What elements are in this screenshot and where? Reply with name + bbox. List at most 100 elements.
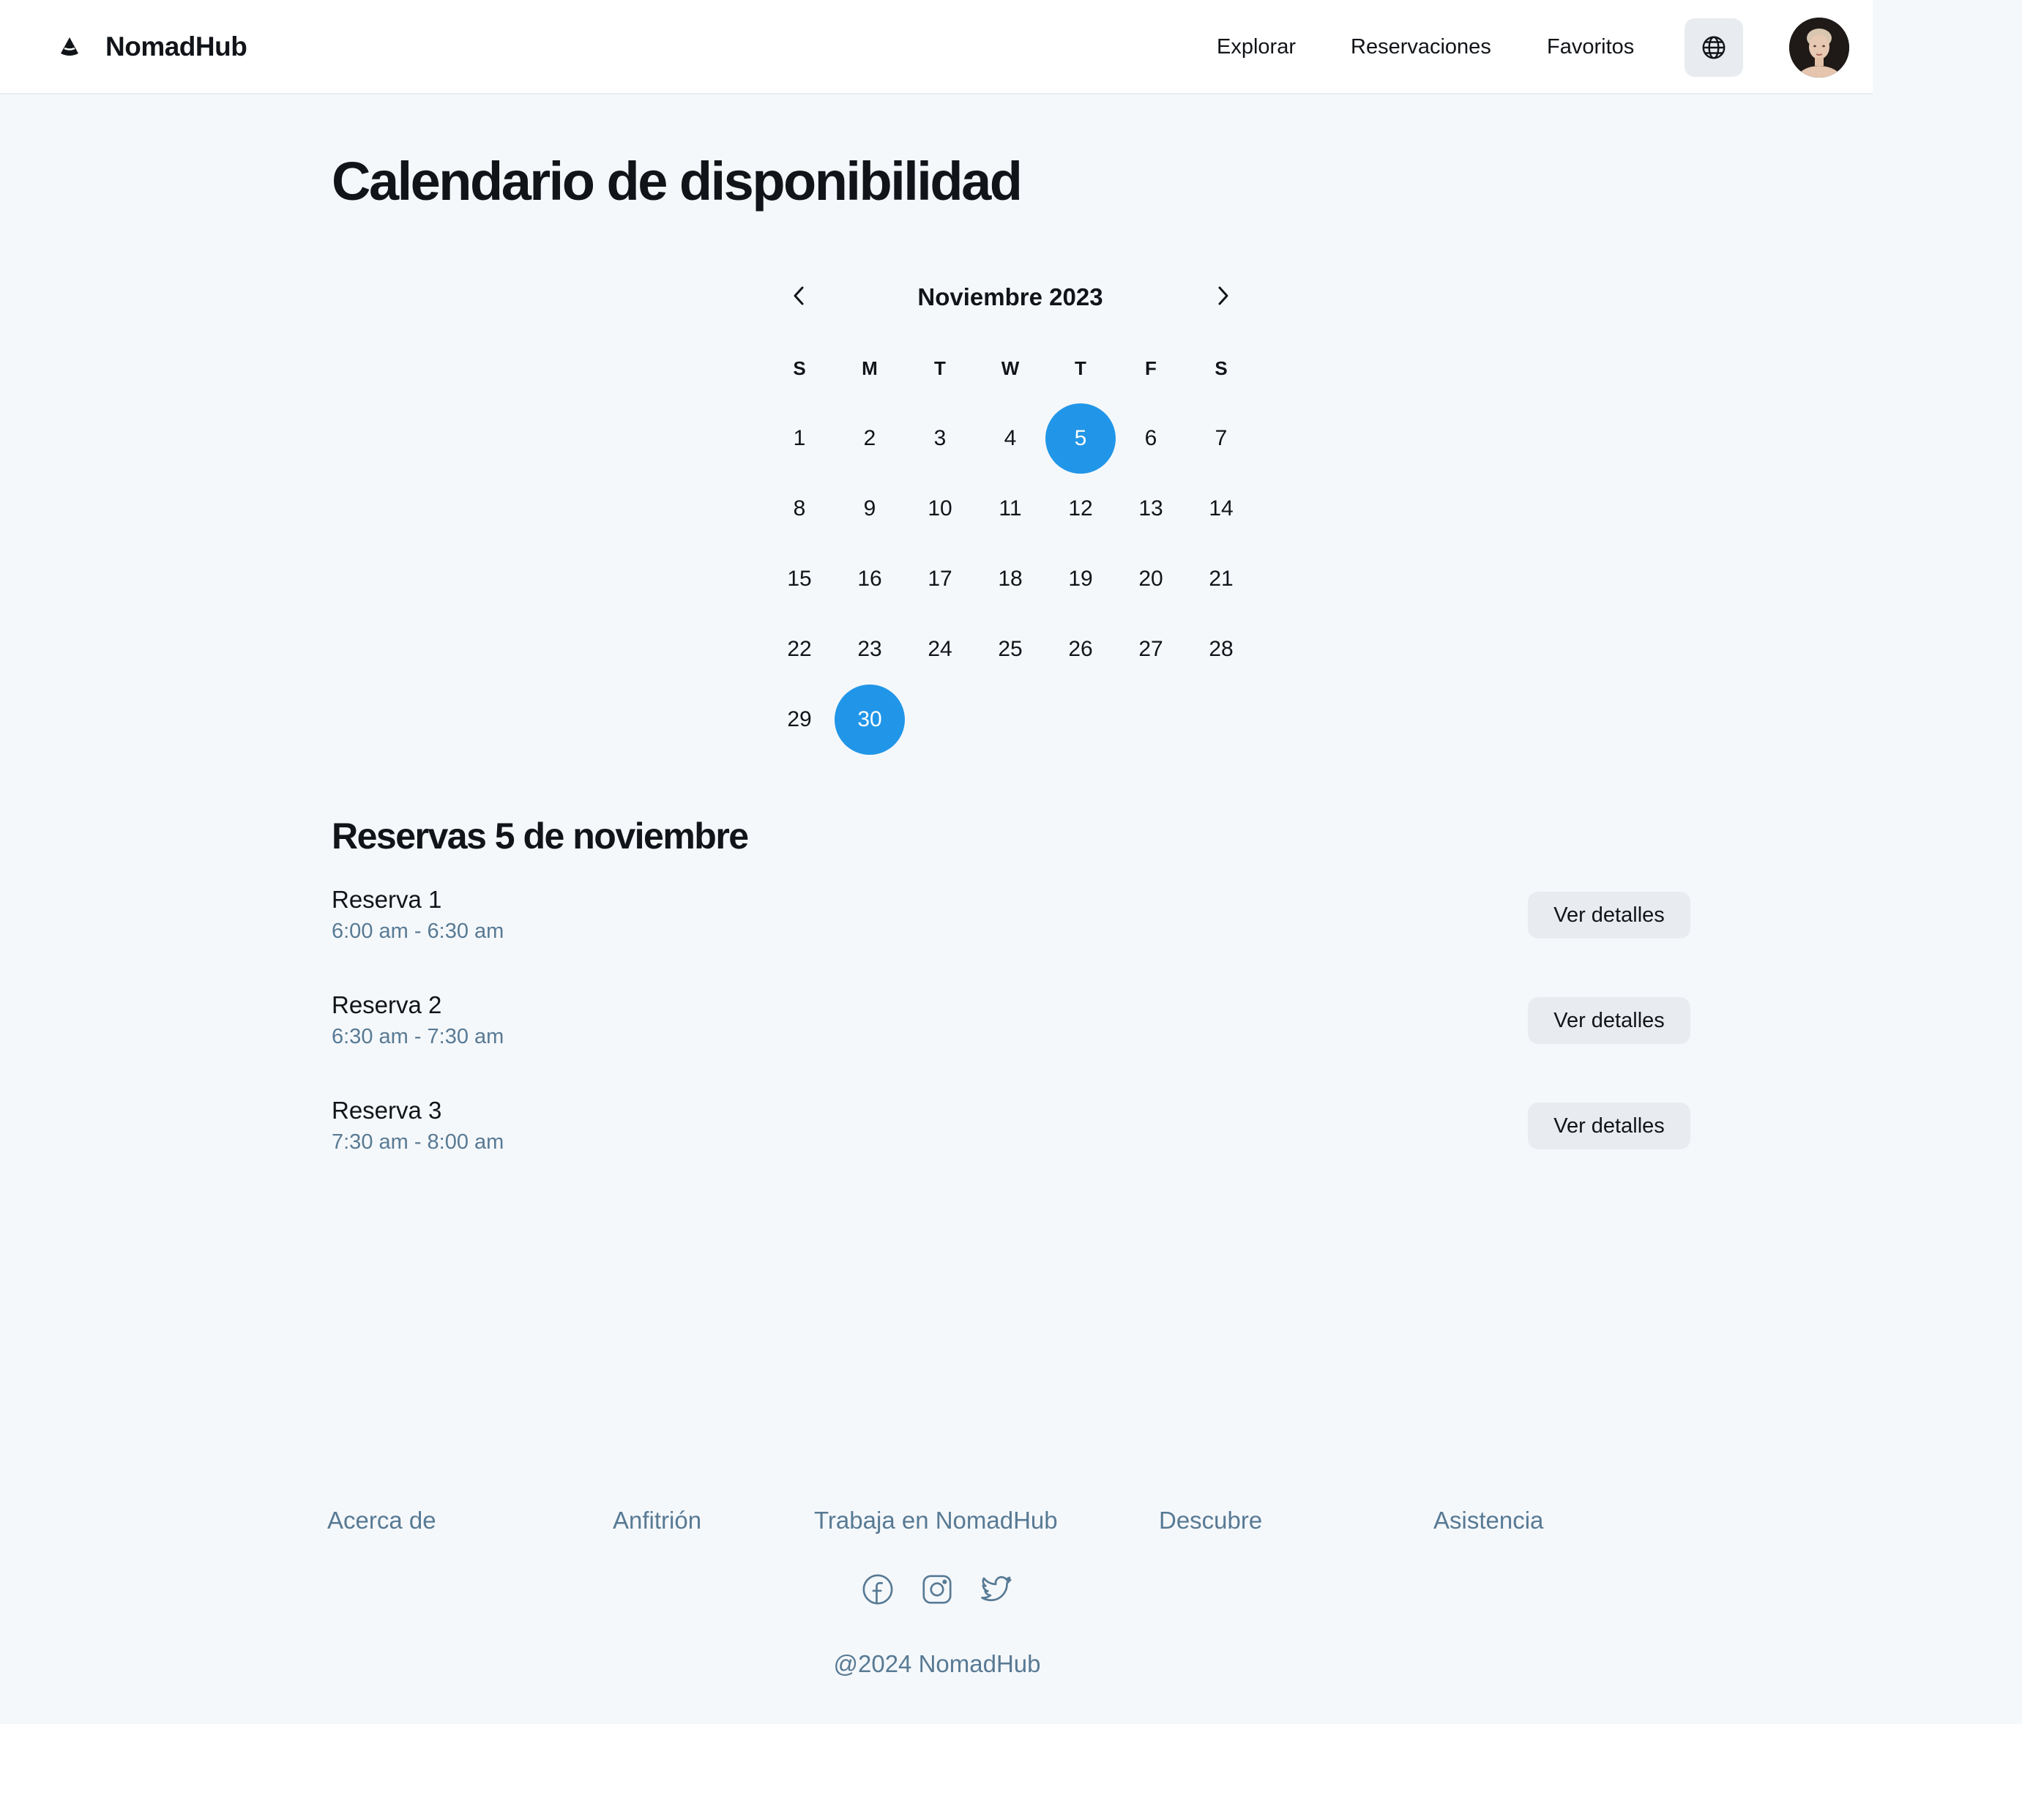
top-navigation-bar: NomadHub Explorar Reservaciones Favorito… <box>0 0 1873 94</box>
weekday-friday: F <box>1145 357 1157 379</box>
next-month-button[interactable] <box>1202 275 1243 316</box>
calendar-day[interactable]: 19 <box>1045 544 1116 614</box>
reservation-time: 7:30 am - 8:00 am <box>332 1130 504 1154</box>
logo-icon <box>61 37 78 56</box>
calendar-day[interactable]: 17 <box>905 544 975 614</box>
calendar-day-number: 14 <box>1209 496 1234 521</box>
nav-explorar[interactable]: Explorar <box>1217 32 1296 61</box>
instagram-icon[interactable] <box>920 1573 954 1606</box>
footer-link-careers[interactable]: Trabaja en NomadHub <box>814 1504 1058 1537</box>
calendar-day[interactable]: 8 <box>764 474 835 544</box>
calendar-day[interactable]: 23 <box>835 614 905 685</box>
footer-link-about[interactable]: Acerca de <box>327 1504 436 1537</box>
calendar-day-selected[interactable]: 30 <box>835 685 905 755</box>
brand-name[interactable]: NomadHub <box>105 29 247 64</box>
view-details-button[interactable]: Ver detalles <box>1528 997 1690 1044</box>
reservations-title: Reservas 5 de noviembre <box>332 816 749 857</box>
calendar-day[interactable]: 6 <box>1116 403 1186 474</box>
calendar-day-number: 22 <box>787 637 812 661</box>
calendar-day-number: 18 <box>998 567 1023 591</box>
calendar-day-number: 12 <box>1068 496 1093 521</box>
calendar-day[interactable]: 18 <box>975 544 1045 614</box>
view-details-button[interactable]: Ver detalles <box>1528 1103 1690 1149</box>
calendar-day[interactable]: 2 <box>835 403 905 474</box>
globe-icon <box>1702 36 1726 59</box>
nav-reservaciones[interactable]: Reservaciones <box>1351 32 1491 61</box>
calendar-day-selected[interactable]: 5 <box>1045 403 1116 474</box>
calendar-day-number: 26 <box>1068 637 1093 661</box>
calendar-day[interactable]: 26 <box>1045 614 1116 685</box>
avatar-image <box>1789 18 1849 78</box>
calendar-day[interactable]: 14 <box>1186 474 1256 544</box>
language-button[interactable] <box>1685 18 1743 77</box>
calendar-day[interactable]: 27 <box>1116 614 1186 685</box>
weekday-monday: M <box>862 357 878 379</box>
calendar-day-number: 29 <box>787 707 812 731</box>
calendar-day-number: 4 <box>1004 426 1017 450</box>
calendar-day[interactable]: 16 <box>835 544 905 614</box>
reservation-item: Reserva 3 7:30 am - 8:00 am Ver detalles <box>332 1094 1690 1167</box>
weekday-tuesday: T <box>934 357 946 379</box>
calendar-day-number: 27 <box>1138 637 1163 661</box>
facebook-icon[interactable] <box>861 1573 895 1606</box>
twitter-icon[interactable] <box>980 1573 1013 1606</box>
calendar-day[interactable]: 24 <box>905 614 975 685</box>
calendar-day[interactable]: 15 <box>764 544 835 614</box>
calendar-day-number: 17 <box>928 567 952 591</box>
calendar-day-number: 19 <box>1068 567 1093 591</box>
calendar-day-number: 6 <box>1144 426 1157 450</box>
calendar-day[interactable]: 25 <box>975 614 1045 685</box>
previous-month-button[interactable] <box>779 275 820 316</box>
weekday-sunday: S <box>793 357 806 379</box>
calendar-day-number: 28 <box>1209 637 1234 661</box>
calendar-grid: S M T W T F S 1 2 3 4 5 6 7 8 9 10 11 12 13 14 15 16 17 1… <box>764 333 1256 755</box>
calendar-day-number: 7 <box>1215 426 1228 450</box>
calendar-day[interactable]: 12 <box>1045 474 1116 544</box>
calendar-day-number: 13 <box>1138 496 1163 521</box>
calendar-day-number: 30 <box>835 685 905 755</box>
calendar-day[interactable]: 20 <box>1116 544 1186 614</box>
calendar-day-number: 8 <box>793 496 806 521</box>
footer-link-host[interactable]: Anfitrión <box>613 1504 701 1537</box>
chevron-right-icon <box>1218 286 1228 305</box>
calendar-day[interactable]: 21 <box>1186 544 1256 614</box>
view-details-button[interactable]: Ver detalles <box>1528 892 1690 939</box>
calendar-day[interactable]: 3 <box>905 403 975 474</box>
calendar-day[interactable]: 7 <box>1186 403 1256 474</box>
nav-favoritos[interactable]: Favoritos <box>1547 32 1634 61</box>
calendar-day-number: 21 <box>1209 567 1234 591</box>
calendar-day[interactable]: 10 <box>905 474 975 544</box>
calendar-day[interactable]: 28 <box>1186 614 1256 685</box>
reservation-item: Reserva 1 6:00 am - 6:30 am Ver detalles <box>332 883 1690 956</box>
calendar-day[interactable]: 11 <box>975 474 1045 544</box>
footer-link-discover[interactable]: Descubre <box>1159 1504 1262 1537</box>
calendar-day-number: 16 <box>857 567 882 591</box>
reservation-name: Reserva 1 <box>332 886 442 913</box>
calendar-day[interactable]: 1 <box>764 403 835 474</box>
weekday-thursday: T <box>1075 357 1086 379</box>
calendar-day-number: 25 <box>998 637 1023 661</box>
calendar-day[interactable]: 22 <box>764 614 835 685</box>
footer-link-support[interactable]: Asistencia <box>1433 1504 1543 1537</box>
calendar-day-number: 24 <box>928 637 952 661</box>
calendar-day-number: 1 <box>793 426 806 450</box>
month-label: Noviembre 2023 <box>917 283 1103 310</box>
calendar-day[interactable]: 4 <box>975 403 1045 474</box>
calendar-day[interactable]: 29 <box>764 685 835 755</box>
calendar-day-number: 11 <box>999 496 1022 521</box>
calendar-day-number: 9 <box>863 496 876 521</box>
reservation-time: 6:30 am - 7:30 am <box>332 1025 504 1048</box>
calendar-day-number: 3 <box>933 426 947 450</box>
user-avatar[interactable] <box>1789 18 1849 78</box>
calendar-day[interactable]: 9 <box>835 474 905 544</box>
reservation-name: Reserva 2 <box>332 991 442 1018</box>
page-background <box>0 0 2022 1724</box>
calendar-day[interactable]: 13 <box>1116 474 1186 544</box>
chevron-left-icon <box>794 286 804 305</box>
weekday-saturday: S <box>1215 357 1228 379</box>
weekday-wednesday: W <box>1001 357 1020 379</box>
calendar-day-number: 5 <box>1045 403 1116 474</box>
copyright-text: @2024 NomadHub <box>833 1650 1041 1677</box>
reservation-name: Reserva 3 <box>332 1097 442 1124</box>
page-title: Calendario de disponibilidad <box>332 151 1023 212</box>
